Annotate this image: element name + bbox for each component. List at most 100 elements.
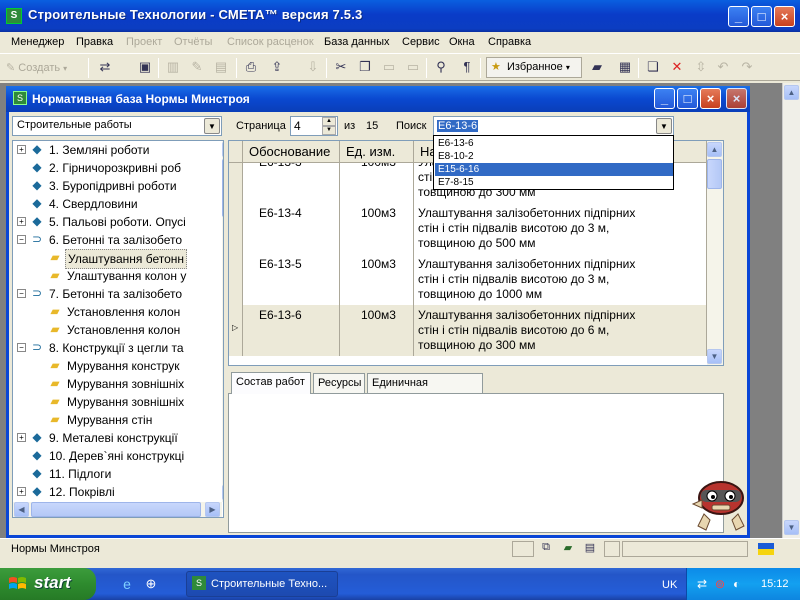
export-icon[interactable]: ⇪ — [268, 58, 286, 76]
table-vertical-scrollbar[interactable]: ▲ ▼ — [707, 141, 723, 365]
scroll-left-icon[interactable]: ◀ — [14, 502, 29, 517]
print-icon[interactable]: ⎙ — [242, 58, 260, 76]
spin-up-icon[interactable]: ▲ — [322, 117, 336, 126]
menu-rates-list[interactable]: Список расценок — [227, 36, 314, 48]
main-vertical-scrollbar[interactable]: ▲ ▼ — [782, 83, 800, 538]
tile-icon[interactable]: ▤ — [580, 541, 600, 557]
books-status-icon[interactable]: ▰ — [558, 541, 578, 557]
scroll-thumb[interactable] — [222, 159, 223, 217]
move-icon[interactable]: ⇳ — [692, 58, 710, 76]
save-icon[interactable]: ▣ — [136, 58, 154, 76]
scroll-down-icon[interactable]: ▼ — [222, 485, 223, 500]
antivirus-icon[interactable]: ⊚ — [715, 577, 725, 591]
maximize-button[interactable]: □ — [751, 6, 772, 27]
child-maximize-button[interactable]: □ — [677, 88, 698, 109]
scroll-up-icon[interactable]: ▲ — [784, 85, 799, 100]
expand-icon[interactable]: + — [17, 487, 26, 496]
child-close-button[interactable]: × — [700, 88, 721, 109]
col-header-code[interactable]: Обоснование — [243, 141, 340, 163]
app-titlebar[interactable]: S Строительные Технологии - СМЕТА™ верси… — [0, 0, 800, 32]
row-selector[interactable] — [229, 254, 243, 305]
windows-cascade-icon[interactable]: ⧉ — [536, 541, 556, 557]
dropdown-option-selected[interactable]: Е15-6-16 — [435, 163, 673, 176]
expand-icon[interactable]: + — [17, 145, 26, 154]
app-icon[interactable]: S — [6, 8, 22, 24]
cut-icon[interactable]: ✂ — [332, 58, 350, 76]
calculator-icon[interactable]: ▦ — [616, 58, 634, 76]
import-icon[interactable]: ⇩ — [304, 58, 322, 76]
books-icon[interactable]: ▰ — [588, 58, 606, 76]
menu-manager[interactable]: Менеджер — [11, 36, 64, 48]
redo-icon[interactable]: ↷ — [738, 58, 756, 76]
language-indicator[interactable]: UK — [662, 579, 677, 591]
chevron-down-icon[interactable]: ▼ — [656, 118, 672, 134]
minimize-button[interactable]: _ — [728, 6, 749, 27]
expand-icon[interactable]: + — [17, 217, 26, 226]
menu-service[interactable]: Сервис — [402, 36, 440, 48]
search-combo[interactable]: Е6-13-6 ▼ — [433, 116, 674, 136]
table-row[interactable]: Е6-13-5 100м3 Улаштування залізобетонних п… — [229, 254, 707, 305]
dropdown-option[interactable]: Е8-10-2 — [435, 150, 673, 163]
menu-database[interactable]: База данных — [324, 36, 390, 48]
spin-down-icon[interactable]: ▼ — [322, 126, 336, 135]
menu-windows[interactable]: Окна — [449, 36, 475, 48]
paste-special-icon[interactable]: ▭ — [404, 58, 422, 76]
menu-project[interactable]: Проект — [126, 36, 162, 48]
scroll-down-icon[interactable]: ▼ — [784, 520, 799, 535]
dropdown-option[interactable]: Е6-13-6 — [435, 137, 673, 150]
favorites-button[interactable]: ★ Избранное ▾ — [486, 57, 582, 78]
new-doc-icon[interactable]: ❏ — [644, 58, 662, 76]
page-input[interactable]: 4 — [294, 119, 301, 133]
tab-resources[interactable]: Ресурсы — [313, 373, 365, 393]
scroll-down-icon[interactable]: ▼ — [707, 349, 722, 364]
ie-icon[interactable]: e — [118, 576, 136, 594]
find-icon[interactable]: ⚲ — [432, 58, 450, 76]
row-selector[interactable] — [229, 163, 243, 203]
calc-icon[interactable]: ▤ — [212, 58, 230, 76]
tree-vertical-scrollbar[interactable]: ▲▼ — [222, 141, 223, 502]
table-row[interactable]: Е6-13-4 100м3 Улаштування залізобетонних п… — [229, 203, 707, 254]
chevron-down-icon[interactable]: ▼ — [204, 118, 220, 134]
category-select[interactable]: Строительные работы ▼ — [12, 116, 222, 136]
menu-edit[interactable]: Правка — [76, 36, 113, 48]
search-input[interactable]: Е6-13-6 — [437, 120, 479, 132]
open-icon[interactable]: ⇄ — [96, 58, 114, 76]
collapse-icon[interactable]: − — [17, 343, 26, 352]
tree-horizontal-scrollbar[interactable]: ◀ ▶ — [13, 502, 222, 517]
child-titlebar[interactable]: S Нормативная база Нормы Минстроя _ □ × … — [6, 86, 750, 112]
edit-doc-icon[interactable]: ✎ — [188, 58, 206, 76]
scroll-right-icon[interactable]: ▶ — [205, 502, 220, 517]
scroll-up-icon[interactable]: ▲ — [707, 142, 722, 157]
menu-help[interactable]: Справка — [488, 36, 531, 48]
menu-reports[interactable]: Отчёты — [174, 36, 212, 48]
paste-icon[interactable]: ▭ — [380, 58, 398, 76]
delete-icon[interactable]: ✕ — [668, 58, 686, 76]
row-selector[interactable] — [229, 203, 243, 254]
outer-close-button[interactable]: × — [726, 88, 747, 109]
tab-unit-rate[interactable]: Единичная расценка — [367, 373, 483, 407]
collapse-icon[interactable]: − — [17, 289, 26, 298]
taskbar-app-button[interactable]: S Строительные Техно... — [186, 571, 338, 597]
close-button[interactable]: × — [774, 6, 795, 27]
volume-icon[interactable]: ◐ — [733, 577, 740, 591]
scroll-up-icon[interactable]: ▲ — [222, 142, 223, 157]
network-icon[interactable]: ⇄ — [697, 577, 707, 591]
scroll-thumb[interactable] — [707, 159, 722, 189]
scroll-thumb[interactable] — [31, 502, 201, 517]
assistant-robot-icon[interactable] — [690, 476, 752, 532]
create-button[interactable]: ✎ Создать ▾ — [6, 58, 67, 78]
expand-icon[interactable]: + — [17, 433, 26, 442]
quicklaunch-icon[interactable]: ⊕ — [142, 576, 160, 594]
tab-work-composition[interactable]: Состав работ — [231, 372, 311, 394]
dropdown-option[interactable]: Е7-8-15 — [435, 176, 673, 189]
copy-icon[interactable]: ❐ — [356, 58, 374, 76]
col-header-unit[interactable]: Ед. изм. — [340, 141, 414, 163]
child-minimize-button[interactable]: _ — [654, 88, 675, 109]
page-spinner[interactable]: 4 ▲ ▼ — [290, 116, 338, 136]
undo-icon[interactable]: ↶ — [714, 58, 732, 76]
pilcrow-icon[interactable]: ¶ — [458, 58, 476, 76]
row-selector[interactable]: ▷ — [229, 305, 243, 356]
collapse-icon[interactable]: − — [17, 235, 26, 244]
table-row[interactable]: ▷ Е6-13-6 100м3 Улаштування залізобетонних … — [229, 305, 707, 356]
chart-icon[interactable]: ▥ — [164, 58, 182, 76]
